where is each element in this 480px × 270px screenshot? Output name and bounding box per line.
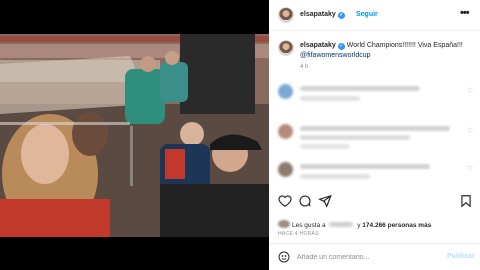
comment-input[interactable]	[297, 252, 437, 263]
paper-plane-icon[interactable]	[318, 194, 332, 208]
commenter-avatar	[278, 124, 293, 139]
bookmark-icon[interactable]	[459, 194, 473, 208]
blurred-comment-line	[300, 126, 450, 131]
author-username[interactable]: elsapataky ✓	[300, 11, 345, 19]
comment-row: ♡	[278, 82, 473, 112]
author-username-text[interactable]: elsapataky	[300, 11, 336, 18]
comment-like-icon[interactable]: ♡	[467, 127, 473, 135]
comment-bubble-icon[interactable]	[298, 194, 312, 208]
blurred-comment-line	[300, 86, 420, 91]
follow-button[interactable]: Seguir	[356, 11, 378, 18]
likes-count[interactable]: 174.266 personas más	[362, 222, 431, 229]
heart-icon[interactable]	[278, 194, 292, 208]
action-bar	[269, 193, 480, 211]
liker-avatar	[278, 220, 290, 228]
caption-body: World Champions!!!!!!! Viva España!!!	[344, 42, 463, 49]
blurred-liker-name	[329, 222, 354, 227]
commenter-avatar	[278, 84, 293, 99]
caption-timestamp: 4 h	[300, 64, 309, 70]
publish-button[interactable]: Publicar	[447, 253, 475, 260]
likes-summary[interactable]: Les gusta a y 174.266 personas más	[278, 220, 431, 229]
verified-badge-icon: ✓	[337, 12, 345, 19]
comment-row: ♡	[278, 122, 473, 152]
blurred-comment-meta	[300, 96, 360, 101]
comment-composer: Publicar	[269, 243, 480, 270]
comment-like-icon[interactable]: ♡	[467, 87, 473, 95]
blurred-comment-meta	[300, 144, 350, 149]
comment-row: ♡	[278, 160, 473, 190]
post-header: elsapataky ✓ Seguir •••	[269, 0, 480, 31]
blurred-comment-line	[300, 135, 410, 140]
caption-text: elsapataky ✓ World Champions!!!!!!! Viva …	[300, 41, 470, 61]
blurred-comment-line	[300, 164, 430, 169]
more-options-icon[interactable]: •••	[460, 7, 470, 19]
post-photo[interactable]	[0, 34, 269, 237]
verified-badge-icon: ✓	[337, 43, 345, 50]
post-time-ago: HACE 4 HORAS	[278, 231, 319, 237]
smiley-icon[interactable]	[278, 251, 290, 263]
caption-username[interactable]: elsapataky	[300, 42, 336, 49]
blurred-comment-meta	[300, 174, 370, 179]
author-avatar[interactable]	[278, 7, 294, 23]
caption-avatar[interactable]	[278, 40, 294, 56]
comment-like-icon[interactable]: ♡	[467, 165, 473, 173]
commenter-avatar	[278, 162, 293, 177]
stadium-selfie-image	[0, 34, 269, 237]
post-sidebar: elsapataky ✓ Seguir ••• elsapataky ✓ World…	[269, 0, 480, 270]
likes-prefix: Les gusta a	[292, 222, 328, 229]
caption-mention-link[interactable]: @fifawomensworldcup	[300, 52, 371, 59]
